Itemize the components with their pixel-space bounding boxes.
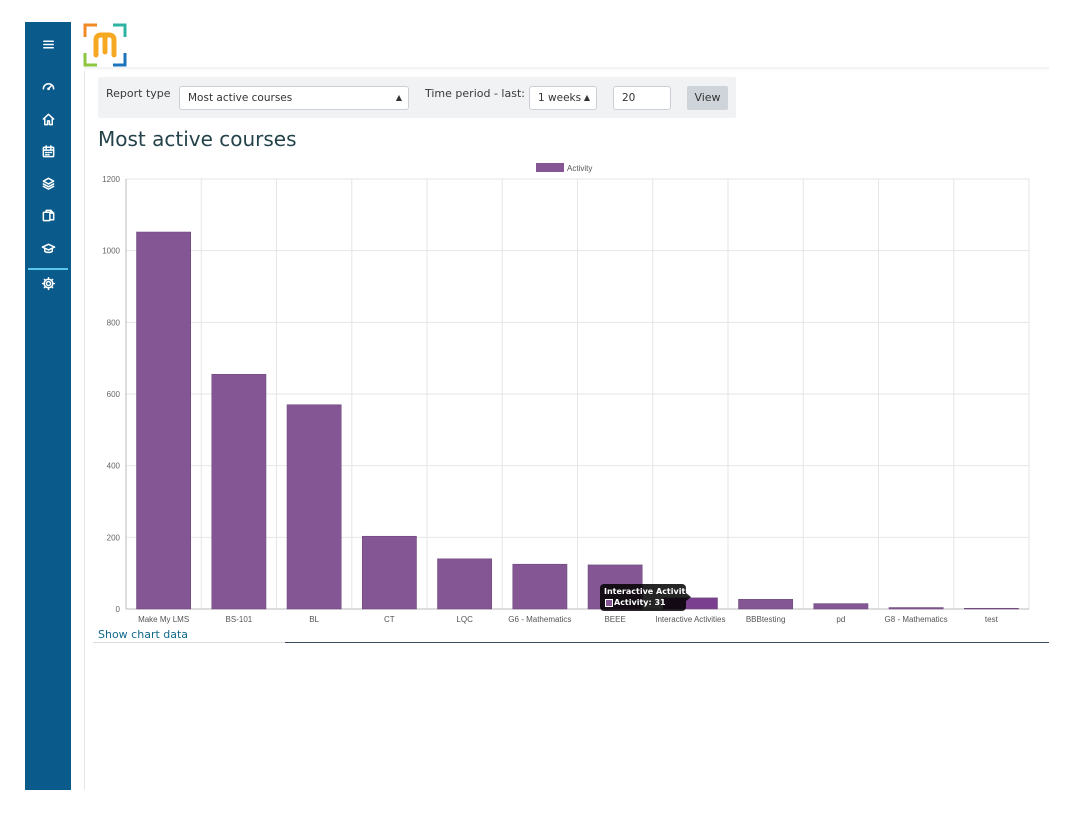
y-tick-label: 0 <box>116 605 121 614</box>
sidebar <box>25 22 71 790</box>
bar-test[interactable] <box>963 607 1019 610</box>
nav-calendar[interactable] <box>25 136 71 166</box>
x-tick-label: Make My LMS <box>138 615 189 624</box>
y-tick-label: 1000 <box>102 247 120 256</box>
x-tick-label: G6 - Mathematics <box>508 615 571 624</box>
chart-tooltip: Interactive Activities Activity: 31 <box>600 584 698 611</box>
view-button[interactable]: View <box>687 86 728 110</box>
x-tick-label: G8 - Mathematics <box>885 615 948 624</box>
logo-icon <box>83 23 127 67</box>
nav-my-courses[interactable] <box>25 233 71 263</box>
nav-site-admin[interactable] <box>25 268 71 298</box>
bar-lqc[interactable] <box>437 558 493 610</box>
y-tick-label: 600 <box>107 390 121 399</box>
x-tick-label: BEEE <box>604 615 625 624</box>
x-tick-label: Interactive Activities <box>655 615 725 624</box>
calendar-icon <box>42 144 54 157</box>
chart-divider-accent <box>285 642 1049 643</box>
report-type-label: Report type <box>106 87 171 100</box>
legend-swatch <box>536 163 564 172</box>
x-tick-label: BS-101 <box>226 615 253 624</box>
time-period-label: Time period - last: <box>425 87 525 100</box>
report-type-value: Most active courses <box>188 92 293 104</box>
select-caret-icon: ▲︎ <box>395 93 402 102</box>
page-title: Most active courses <box>98 127 297 151</box>
content-border <box>84 68 85 790</box>
report-filter-form: Report type Most active courses ▲︎ Time … <box>98 77 736 118</box>
files-icon <box>42 209 54 221</box>
nav-dashboard[interactable] <box>25 71 71 101</box>
menu-toggle-button[interactable] <box>25 29 71 59</box>
bar-bl[interactable] <box>286 404 342 610</box>
header-divider <box>84 67 1049 71</box>
y-tick-label: 200 <box>107 533 121 542</box>
nav-content-bank[interactable] <box>25 200 71 230</box>
nav-courses[interactable] <box>25 168 71 198</box>
tooltip-body: Activity: 31 <box>614 598 666 607</box>
activity-bar-chart: 0 200 400 600 800 1000 1200 Make My LMS BS-101 BL… <box>102 163 1030 624</box>
x-tick-label: LQC <box>456 615 473 624</box>
tooltip-arrow <box>686 593 691 601</box>
bar-g8-mathematics[interactable] <box>888 607 944 610</box>
nav-home[interactable] <box>25 104 71 134</box>
select-caret-icon: ▲︎ <box>583 93 590 102</box>
bar-bbbtesting[interactable] <box>738 599 794 610</box>
x-tick-label: CT <box>384 615 395 624</box>
time-period-select[interactable]: 1 weeks ▲︎ <box>529 86 597 110</box>
site-logo[interactable] <box>83 23 127 67</box>
settings-icon <box>41 276 55 290</box>
tooltip-swatch <box>605 599 613 607</box>
y-tick-label: 800 <box>107 318 121 327</box>
course-count-input[interactable]: 20 <box>613 86 671 110</box>
graduation-cap-icon <box>41 243 55 253</box>
bar-make-my-lms[interactable] <box>136 231 192 610</box>
bar-g6-mathematics[interactable] <box>512 563 568 610</box>
y-tick-label: 1200 <box>102 175 120 184</box>
tooltip-title: Interactive Activities <box>604 587 699 596</box>
bar-pd[interactable] <box>813 603 869 610</box>
time-period-value: 1 weeks <box>538 92 582 104</box>
show-chart-data-link[interactable]: Show chart data <box>98 628 188 641</box>
bar-ct[interactable] <box>361 535 417 610</box>
x-tick-label: BL <box>309 615 319 624</box>
home-icon <box>42 113 54 125</box>
layers-icon <box>42 177 54 190</box>
bar-bs-101[interactable] <box>211 373 267 610</box>
x-tick-label: pd <box>836 615 845 624</box>
x-tick-label: BBBtesting <box>746 615 786 624</box>
dashboard-icon <box>42 82 54 90</box>
y-tick-label: 400 <box>107 462 121 471</box>
menu-icon <box>42 39 54 49</box>
legend-label: Activity <box>567 164 592 173</box>
report-type-select[interactable]: Most active courses ▲︎ <box>179 86 409 110</box>
x-tick-label: test <box>985 615 999 624</box>
